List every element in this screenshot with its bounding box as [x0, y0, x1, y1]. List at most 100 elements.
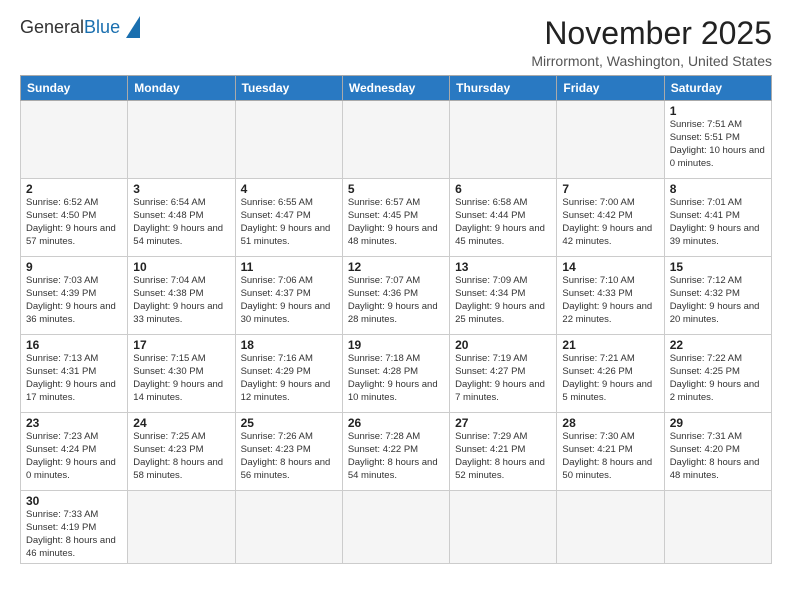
table-row	[450, 491, 557, 564]
day-number: 6	[455, 182, 551, 196]
table-row: 21Sunrise: 7:21 AM Sunset: 4:26 PM Dayli…	[557, 335, 664, 413]
day-info: Sunrise: 7:00 AM Sunset: 4:42 PM Dayligh…	[562, 197, 658, 248]
day-number: 3	[133, 182, 229, 196]
day-info: Sunrise: 7:33 AM Sunset: 4:19 PM Dayligh…	[26, 509, 122, 560]
calendar-week-row: 9Sunrise: 7:03 AM Sunset: 4:39 PM Daylig…	[21, 257, 772, 335]
header-wednesday: Wednesday	[342, 76, 449, 101]
table-row	[664, 491, 771, 564]
logo-triangle-icon	[126, 16, 140, 38]
day-number: 4	[241, 182, 337, 196]
table-row: 11Sunrise: 7:06 AM Sunset: 4:37 PM Dayli…	[235, 257, 342, 335]
day-number: 28	[562, 416, 658, 430]
table-row: 8Sunrise: 7:01 AM Sunset: 4:41 PM Daylig…	[664, 179, 771, 257]
header-monday: Monday	[128, 76, 235, 101]
table-row: 4Sunrise: 6:55 AM Sunset: 4:47 PM Daylig…	[235, 179, 342, 257]
day-number: 15	[670, 260, 766, 274]
table-row: 5Sunrise: 6:57 AM Sunset: 4:45 PM Daylig…	[342, 179, 449, 257]
table-row: 19Sunrise: 7:18 AM Sunset: 4:28 PM Dayli…	[342, 335, 449, 413]
day-number: 7	[562, 182, 658, 196]
table-row	[235, 101, 342, 179]
day-info: Sunrise: 7:12 AM Sunset: 4:32 PM Dayligh…	[670, 275, 766, 326]
table-row: 9Sunrise: 7:03 AM Sunset: 4:39 PM Daylig…	[21, 257, 128, 335]
day-number: 10	[133, 260, 229, 274]
header-friday: Friday	[557, 76, 664, 101]
calendar-week-row: 30Sunrise: 7:33 AM Sunset: 4:19 PM Dayli…	[21, 491, 772, 564]
logo-text: GeneralBlue	[20, 18, 120, 36]
table-row: 23Sunrise: 7:23 AM Sunset: 4:24 PM Dayli…	[21, 413, 128, 491]
header-saturday: Saturday	[664, 76, 771, 101]
header-thursday: Thursday	[450, 76, 557, 101]
day-number: 1	[670, 104, 766, 118]
table-row: 22Sunrise: 7:22 AM Sunset: 4:25 PM Dayli…	[664, 335, 771, 413]
day-number: 9	[26, 260, 122, 274]
day-info: Sunrise: 7:51 AM Sunset: 5:51 PM Dayligh…	[670, 119, 766, 170]
header-tuesday: Tuesday	[235, 76, 342, 101]
day-number: 13	[455, 260, 551, 274]
table-row: 13Sunrise: 7:09 AM Sunset: 4:34 PM Dayli…	[450, 257, 557, 335]
day-info: Sunrise: 7:19 AM Sunset: 4:27 PM Dayligh…	[455, 353, 551, 404]
table-row: 27Sunrise: 7:29 AM Sunset: 4:21 PM Dayli…	[450, 413, 557, 491]
day-info: Sunrise: 7:28 AM Sunset: 4:22 PM Dayligh…	[348, 431, 444, 482]
day-info: Sunrise: 7:30 AM Sunset: 4:21 PM Dayligh…	[562, 431, 658, 482]
day-number: 11	[241, 260, 337, 274]
day-info: Sunrise: 6:58 AM Sunset: 4:44 PM Dayligh…	[455, 197, 551, 248]
day-number: 2	[26, 182, 122, 196]
day-info: Sunrise: 6:54 AM Sunset: 4:48 PM Dayligh…	[133, 197, 229, 248]
table-row: 6Sunrise: 6:58 AM Sunset: 4:44 PM Daylig…	[450, 179, 557, 257]
day-info: Sunrise: 7:18 AM Sunset: 4:28 PM Dayligh…	[348, 353, 444, 404]
day-info: Sunrise: 7:01 AM Sunset: 4:41 PM Dayligh…	[670, 197, 766, 248]
logo-area: GeneralBlue	[20, 16, 140, 38]
day-info: Sunrise: 7:29 AM Sunset: 4:21 PM Dayligh…	[455, 431, 551, 482]
table-row	[450, 101, 557, 179]
day-number: 21	[562, 338, 658, 352]
day-info: Sunrise: 7:26 AM Sunset: 4:23 PM Dayligh…	[241, 431, 337, 482]
table-row	[128, 491, 235, 564]
table-row: 20Sunrise: 7:19 AM Sunset: 4:27 PM Dayli…	[450, 335, 557, 413]
day-number: 12	[348, 260, 444, 274]
day-info: Sunrise: 7:13 AM Sunset: 4:31 PM Dayligh…	[26, 353, 122, 404]
table-row: 28Sunrise: 7:30 AM Sunset: 4:21 PM Dayli…	[557, 413, 664, 491]
day-number: 20	[455, 338, 551, 352]
table-row	[128, 101, 235, 179]
day-number: 27	[455, 416, 551, 430]
day-number: 16	[26, 338, 122, 352]
table-row	[235, 491, 342, 564]
table-row: 18Sunrise: 7:16 AM Sunset: 4:29 PM Dayli…	[235, 335, 342, 413]
table-row	[342, 101, 449, 179]
day-info: Sunrise: 7:09 AM Sunset: 4:34 PM Dayligh…	[455, 275, 551, 326]
table-row: 12Sunrise: 7:07 AM Sunset: 4:36 PM Dayli…	[342, 257, 449, 335]
table-row: 14Sunrise: 7:10 AM Sunset: 4:33 PM Dayli…	[557, 257, 664, 335]
table-row: 24Sunrise: 7:25 AM Sunset: 4:23 PM Dayli…	[128, 413, 235, 491]
day-number: 14	[562, 260, 658, 274]
day-info: Sunrise: 7:07 AM Sunset: 4:36 PM Dayligh…	[348, 275, 444, 326]
day-number: 29	[670, 416, 766, 430]
day-number: 18	[241, 338, 337, 352]
table-row: 1Sunrise: 7:51 AM Sunset: 5:51 PM Daylig…	[664, 101, 771, 179]
page: GeneralBlue November 2025 Mirrormont, Wa…	[0, 0, 792, 612]
table-row: 15Sunrise: 7:12 AM Sunset: 4:32 PM Dayli…	[664, 257, 771, 335]
table-row: 17Sunrise: 7:15 AM Sunset: 4:30 PM Dayli…	[128, 335, 235, 413]
header-sunday: Sunday	[21, 76, 128, 101]
table-row	[342, 491, 449, 564]
table-row	[557, 491, 664, 564]
logo-general: General	[20, 17, 84, 37]
table-row: 10Sunrise: 7:04 AM Sunset: 4:38 PM Dayli…	[128, 257, 235, 335]
day-number: 22	[670, 338, 766, 352]
table-row: 7Sunrise: 7:00 AM Sunset: 4:42 PM Daylig…	[557, 179, 664, 257]
day-info: Sunrise: 7:06 AM Sunset: 4:37 PM Dayligh…	[241, 275, 337, 326]
day-info: Sunrise: 6:55 AM Sunset: 4:47 PM Dayligh…	[241, 197, 337, 248]
calendar-week-row: 2Sunrise: 6:52 AM Sunset: 4:50 PM Daylig…	[21, 179, 772, 257]
table-row: 26Sunrise: 7:28 AM Sunset: 4:22 PM Dayli…	[342, 413, 449, 491]
day-number: 24	[133, 416, 229, 430]
day-number: 17	[133, 338, 229, 352]
header: GeneralBlue November 2025 Mirrormont, Wa…	[20, 16, 772, 69]
calendar-week-row: 16Sunrise: 7:13 AM Sunset: 4:31 PM Dayli…	[21, 335, 772, 413]
day-number: 5	[348, 182, 444, 196]
month-title: November 2025	[531, 16, 772, 51]
table-row: 16Sunrise: 7:13 AM Sunset: 4:31 PM Dayli…	[21, 335, 128, 413]
day-number: 25	[241, 416, 337, 430]
table-row: 30Sunrise: 7:33 AM Sunset: 4:19 PM Dayli…	[21, 491, 128, 564]
table-row: 29Sunrise: 7:31 AM Sunset: 4:20 PM Dayli…	[664, 413, 771, 491]
table-row	[557, 101, 664, 179]
day-info: Sunrise: 6:57 AM Sunset: 4:45 PM Dayligh…	[348, 197, 444, 248]
